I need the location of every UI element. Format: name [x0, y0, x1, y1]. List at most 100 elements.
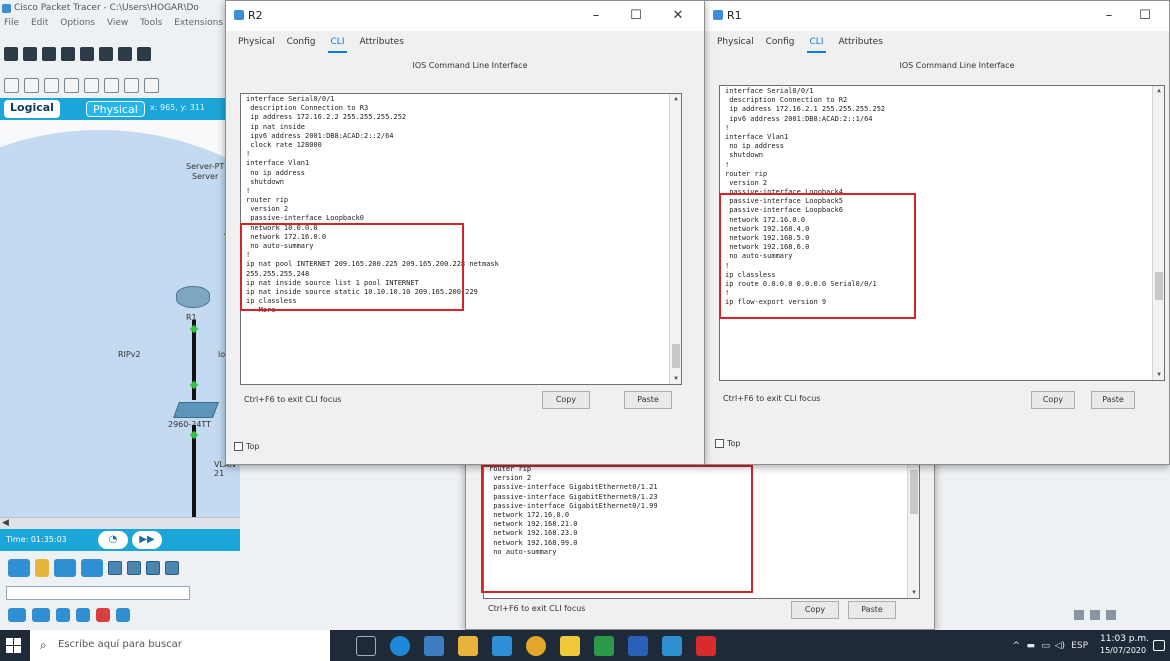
maximize-icon[interactable]: ☐	[1131, 6, 1159, 26]
end-devices-icon[interactable]	[54, 559, 76, 577]
line-icon[interactable]	[124, 77, 139, 93]
tab-attributes[interactable]: Attributes	[838, 37, 882, 53]
device-search-input[interactable]	[6, 586, 190, 600]
word-icon[interactable]	[628, 636, 648, 656]
tab-cli[interactable]: CLI	[327, 37, 348, 53]
r2-top-checkbox[interactable]: Top	[234, 442, 260, 451]
taskbar-clock-time[interactable]: 11:03 p.m.	[1100, 634, 1149, 644]
scroll-down-icon[interactable]: ▼	[670, 374, 681, 384]
rectangle-icon[interactable]	[144, 77, 159, 93]
r3-paste-button[interactable]: Paste	[848, 601, 896, 619]
new-file-icon[interactable]	[4, 47, 18, 61]
router-category-icon[interactable]	[8, 608, 26, 622]
cloud-icon[interactable]	[81, 559, 103, 577]
security-category-icon[interactable]	[96, 608, 110, 622]
select-icon[interactable]	[4, 77, 19, 93]
r2-scroll-thumb[interactable]	[672, 344, 680, 368]
tab-attributes[interactable]: Attributes	[359, 37, 403, 53]
taskbar-clock-date[interactable]: 15/07/2020	[1100, 646, 1146, 655]
r1-top-checkbox[interactable]: Top	[715, 439, 741, 448]
checkbox-icon[interactable]	[234, 442, 243, 451]
r1-cli-scrollbar[interactable]: ▲ ▼	[1152, 86, 1164, 380]
r1-window-titlebar[interactable]: R1 – ☐	[705, 1, 1169, 31]
checkbox-icon[interactable]	[715, 439, 724, 448]
resize-icon[interactable]	[64, 77, 79, 93]
tab-cli[interactable]: CLI	[806, 37, 827, 53]
taskbar-search-box[interactable]: ⌕ Escribe aquí para buscar	[30, 630, 330, 661]
store-icon[interactable]	[424, 636, 444, 656]
inspect-icon[interactable]	[24, 77, 39, 93]
chrome-browser-icon[interactable]	[526, 636, 546, 656]
wizard-icon[interactable]	[99, 47, 113, 61]
close-icon[interactable]: ✕	[664, 6, 692, 26]
switch-device[interactable]	[173, 402, 219, 418]
sticky-notes-icon[interactable]	[560, 636, 580, 656]
grid-icon[interactable]	[1074, 610, 1084, 620]
packet-tracer-taskbar-icon[interactable]	[662, 636, 682, 656]
logical-workspace-canvas[interactable]: Server-PT Server RIPv2 R1 lo 2960-24TT V…	[0, 120, 240, 520]
minimize-icon[interactable]: –	[1095, 6, 1123, 26]
menu-edit[interactable]: Edit	[31, 18, 48, 28]
acrobat-icon[interactable]	[696, 636, 716, 656]
r1-scroll-thumb[interactable]	[1155, 272, 1163, 300]
scroll-down-icon[interactable]: ▼	[908, 588, 919, 598]
canvas-horizontal-scrollbar[interactable]: ◀	[0, 517, 240, 529]
scroll-up-icon[interactable]: ▲	[1153, 86, 1164, 96]
excel-icon[interactable]	[594, 636, 614, 656]
router-model-icon[interactable]	[146, 561, 160, 575]
logical-mode-tab[interactable]: Logical	[4, 100, 60, 118]
paste-icon[interactable]	[137, 47, 151, 61]
windows-start-button[interactable]	[6, 638, 21, 653]
mail-icon[interactable]	[492, 636, 512, 656]
scroll-down-icon[interactable]: ▼	[1153, 370, 1164, 380]
scroll-left-icon[interactable]: ◀	[2, 518, 9, 528]
r1-copy-button[interactable]: Copy	[1031, 391, 1075, 409]
edge-browser-icon[interactable]	[390, 636, 410, 656]
chevron-up-icon[interactable]: ^	[1012, 641, 1020, 651]
notification-center-icon[interactable]	[1153, 640, 1165, 651]
hub-category-icon[interactable]	[56, 608, 70, 622]
r2-window-titlebar[interactable]: R2 – ☐ ✕	[226, 1, 704, 31]
tab-config[interactable]: Config	[287, 37, 316, 53]
r3-copy-button[interactable]: Copy	[791, 601, 839, 619]
r3-cli-scrollbar[interactable]: ▼	[907, 464, 919, 598]
fast-forward-button[interactable]: ▶▶	[132, 531, 162, 549]
copy-icon[interactable]	[118, 47, 132, 61]
router-r1-device[interactable]	[176, 286, 210, 308]
print-icon[interactable]	[61, 47, 75, 61]
menu-options[interactable]: Options	[60, 18, 95, 28]
menu-file[interactable]: File	[4, 18, 19, 28]
note-icon[interactable]	[84, 77, 99, 93]
open-folder-icon[interactable]	[23, 47, 37, 61]
save-icon[interactable]	[42, 47, 56, 61]
router-r2-cli-window[interactable]: R2 – ☐ ✕ Physical Config CLI Attributes …	[225, 0, 705, 465]
wireless-category-icon[interactable]	[76, 608, 90, 622]
volume-icon[interactable]: ◁)	[1055, 641, 1065, 651]
r2-copy-button[interactable]: Copy	[542, 391, 590, 409]
tab-physical[interactable]: Physical	[238, 37, 275, 53]
tab-config[interactable]: Config	[766, 37, 795, 53]
pencil-icon[interactable]	[104, 77, 119, 93]
r3-scroll-thumb[interactable]	[910, 470, 918, 514]
delete-icon[interactable]	[44, 77, 59, 93]
tab-physical[interactable]: Physical	[717, 37, 754, 53]
wan-emulation-icon[interactable]	[116, 608, 130, 622]
scroll-up-icon[interactable]: ▲	[670, 94, 681, 104]
physical-mode-tab[interactable]: Physical	[86, 101, 145, 117]
task-view-icon[interactable]	[356, 636, 376, 656]
router-r1-cli-window[interactable]: R1 – ☐ Physical Config CLI Attributes IO…	[704, 0, 1170, 465]
palette-icon[interactable]	[1106, 610, 1116, 620]
minimize-icon[interactable]: –	[582, 6, 610, 26]
r2-paste-button[interactable]: Paste	[624, 391, 672, 409]
zoom-icon[interactable]	[1090, 610, 1100, 620]
maximize-icon[interactable]: ☐	[622, 6, 650, 26]
switch-category-icon[interactable]	[32, 608, 50, 622]
language-indicator[interactable]: ESP	[1071, 641, 1088, 651]
network-devices-icon[interactable]	[8, 559, 30, 577]
menu-extensions[interactable]: Extensions	[174, 18, 223, 28]
file-explorer-icon[interactable]	[458, 636, 478, 656]
network-icon[interactable]: ▬	[1026, 641, 1035, 651]
menu-view[interactable]: View	[107, 18, 128, 28]
router-r3-cli-window[interactable]: router rip version 2 passive-interface G…	[465, 440, 935, 630]
r1-paste-button[interactable]: Paste	[1091, 391, 1135, 409]
